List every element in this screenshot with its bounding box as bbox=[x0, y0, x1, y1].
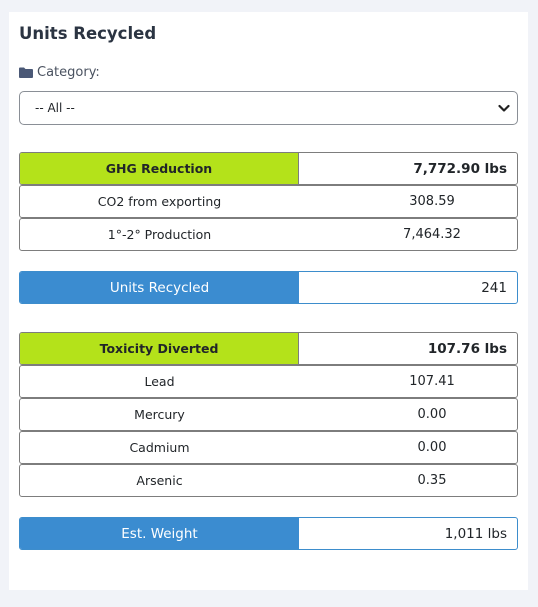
units-recycled-label: Units Recycled bbox=[20, 272, 299, 303]
ghg-item-value: 7,464.32 bbox=[403, 227, 461, 242]
toxicity-label: Toxicity Diverted bbox=[20, 333, 299, 364]
toxicity-total: 107.76 lbs bbox=[427, 340, 507, 357]
category-select[interactable]: -- All -- bbox=[19, 91, 518, 125]
ghg-item-value: 308.59 bbox=[409, 194, 455, 209]
units-recycled-value: 241 bbox=[481, 279, 507, 296]
ghg-row-co2: CO2 from exporting 308.59 bbox=[19, 185, 518, 218]
ghg-item-label: CO2 from exporting bbox=[97, 194, 222, 209]
toxicity-row-cadmium: Cadmium 0.00 bbox=[19, 431, 518, 464]
ghg-row-production: 1°-2° Production 7,464.32 bbox=[19, 218, 518, 251]
toxicity-row-mercury: Mercury 0.00 bbox=[19, 398, 518, 431]
toxicity-item-value: 107.41 bbox=[409, 374, 455, 389]
category-select-value: -- All -- bbox=[35, 101, 75, 115]
toxicity-row-lead: Lead 107.41 bbox=[19, 365, 518, 398]
ghg-total: 7,772.90 lbs bbox=[413, 160, 507, 177]
category-label-text: Category: bbox=[37, 65, 100, 80]
ghg-header-row: GHG Reduction 7,772.90 lbs bbox=[19, 152, 518, 185]
toxicity-header-row: Toxicity Diverted 107.76 lbs bbox=[19, 332, 518, 365]
toxicity-item-label: Arsenic bbox=[136, 473, 183, 488]
est-weight-value: 1,011 lbs bbox=[444, 525, 507, 542]
toxicity-item-label: Cadmium bbox=[129, 440, 190, 455]
est-weight-row: Est. Weight 1,011 lbs bbox=[19, 517, 518, 550]
toxicity-item-value: 0.35 bbox=[417, 473, 447, 488]
toxicity-item-value: 0.00 bbox=[417, 440, 447, 455]
stats-panel: Units Recycled Category: -- All -- GHG R… bbox=[9, 12, 528, 590]
category-label: Category: bbox=[19, 65, 100, 80]
units-recycled-row: Units Recycled 241 bbox=[19, 271, 518, 304]
chevron-down-icon bbox=[498, 104, 510, 112]
est-weight-label: Est. Weight bbox=[20, 518, 299, 549]
toxicity-item-label: Lead bbox=[144, 374, 175, 389]
toxicity-row-arsenic: Arsenic 0.35 bbox=[19, 464, 518, 497]
folder-icon bbox=[19, 67, 33, 78]
panel-title: Units Recycled bbox=[19, 24, 157, 43]
ghg-item-label: 1°-2° Production bbox=[107, 227, 212, 242]
toxicity-item-label: Mercury bbox=[134, 407, 185, 422]
ghg-label: GHG Reduction bbox=[20, 153, 299, 184]
toxicity-item-value: 0.00 bbox=[417, 407, 447, 422]
